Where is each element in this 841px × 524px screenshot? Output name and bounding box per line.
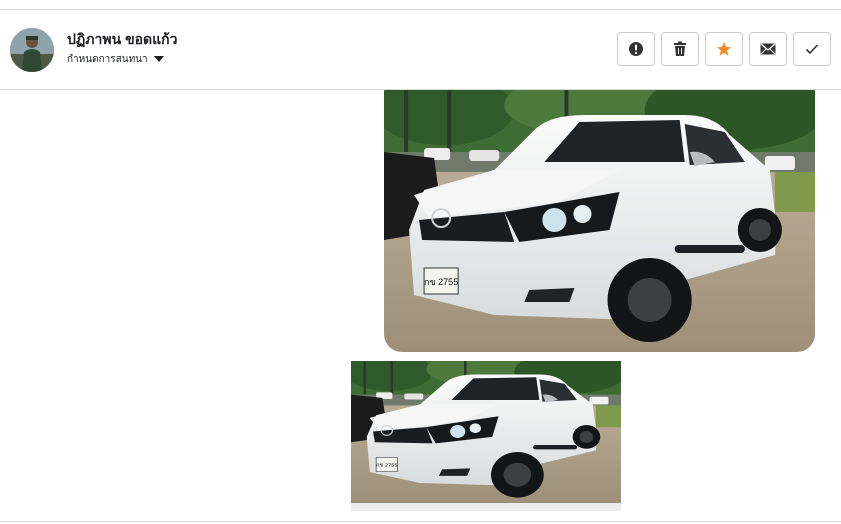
message-image[interactable]: กข 2755 <box>351 361 621 511</box>
trash-icon <box>674 41 686 56</box>
mark-done-button[interactable] <box>793 32 831 66</box>
truck-photo: กข 2755 <box>384 90 815 352</box>
star-button[interactable] <box>705 32 743 66</box>
plate-text: กข 2755 <box>424 277 458 287</box>
delete-button[interactable] <box>661 32 699 66</box>
conversation-status-label: กำหนดการสนทนา <box>67 53 148 65</box>
envelope-icon <box>760 43 776 55</box>
checkmark-icon <box>805 44 819 55</box>
plate-text: กข 2755 <box>376 463 397 469</box>
star-icon <box>716 42 732 56</box>
conversation-header: ปฏิภาพน ขอดแก้ว กำหนดการสนทนา <box>0 10 841 90</box>
conversation-panel: ปฏิภาพน ขอดแก้ว กำหนดการสนทนา กข 2755 กข… <box>0 0 841 524</box>
message-image[interactable]: กข 2755 <box>384 90 815 352</box>
contact-name: ปฏิภาพน ขอดแก้ว <box>67 31 178 47</box>
bottom-divider <box>0 521 841 522</box>
conversation-status-dropdown[interactable]: กำหนดการสนทนา <box>67 52 164 66</box>
person-avatar-icon <box>10 28 54 72</box>
mark-unread-button[interactable] <box>749 32 787 66</box>
action-toolbar <box>617 32 831 66</box>
exclamation-circle-icon <box>629 42 643 56</box>
truck-photo: กข 2755 <box>351 361 621 503</box>
caret-down-icon <box>153 56 164 62</box>
mark-spam-button[interactable] <box>617 32 655 66</box>
contact-avatar[interactable] <box>10 28 54 72</box>
